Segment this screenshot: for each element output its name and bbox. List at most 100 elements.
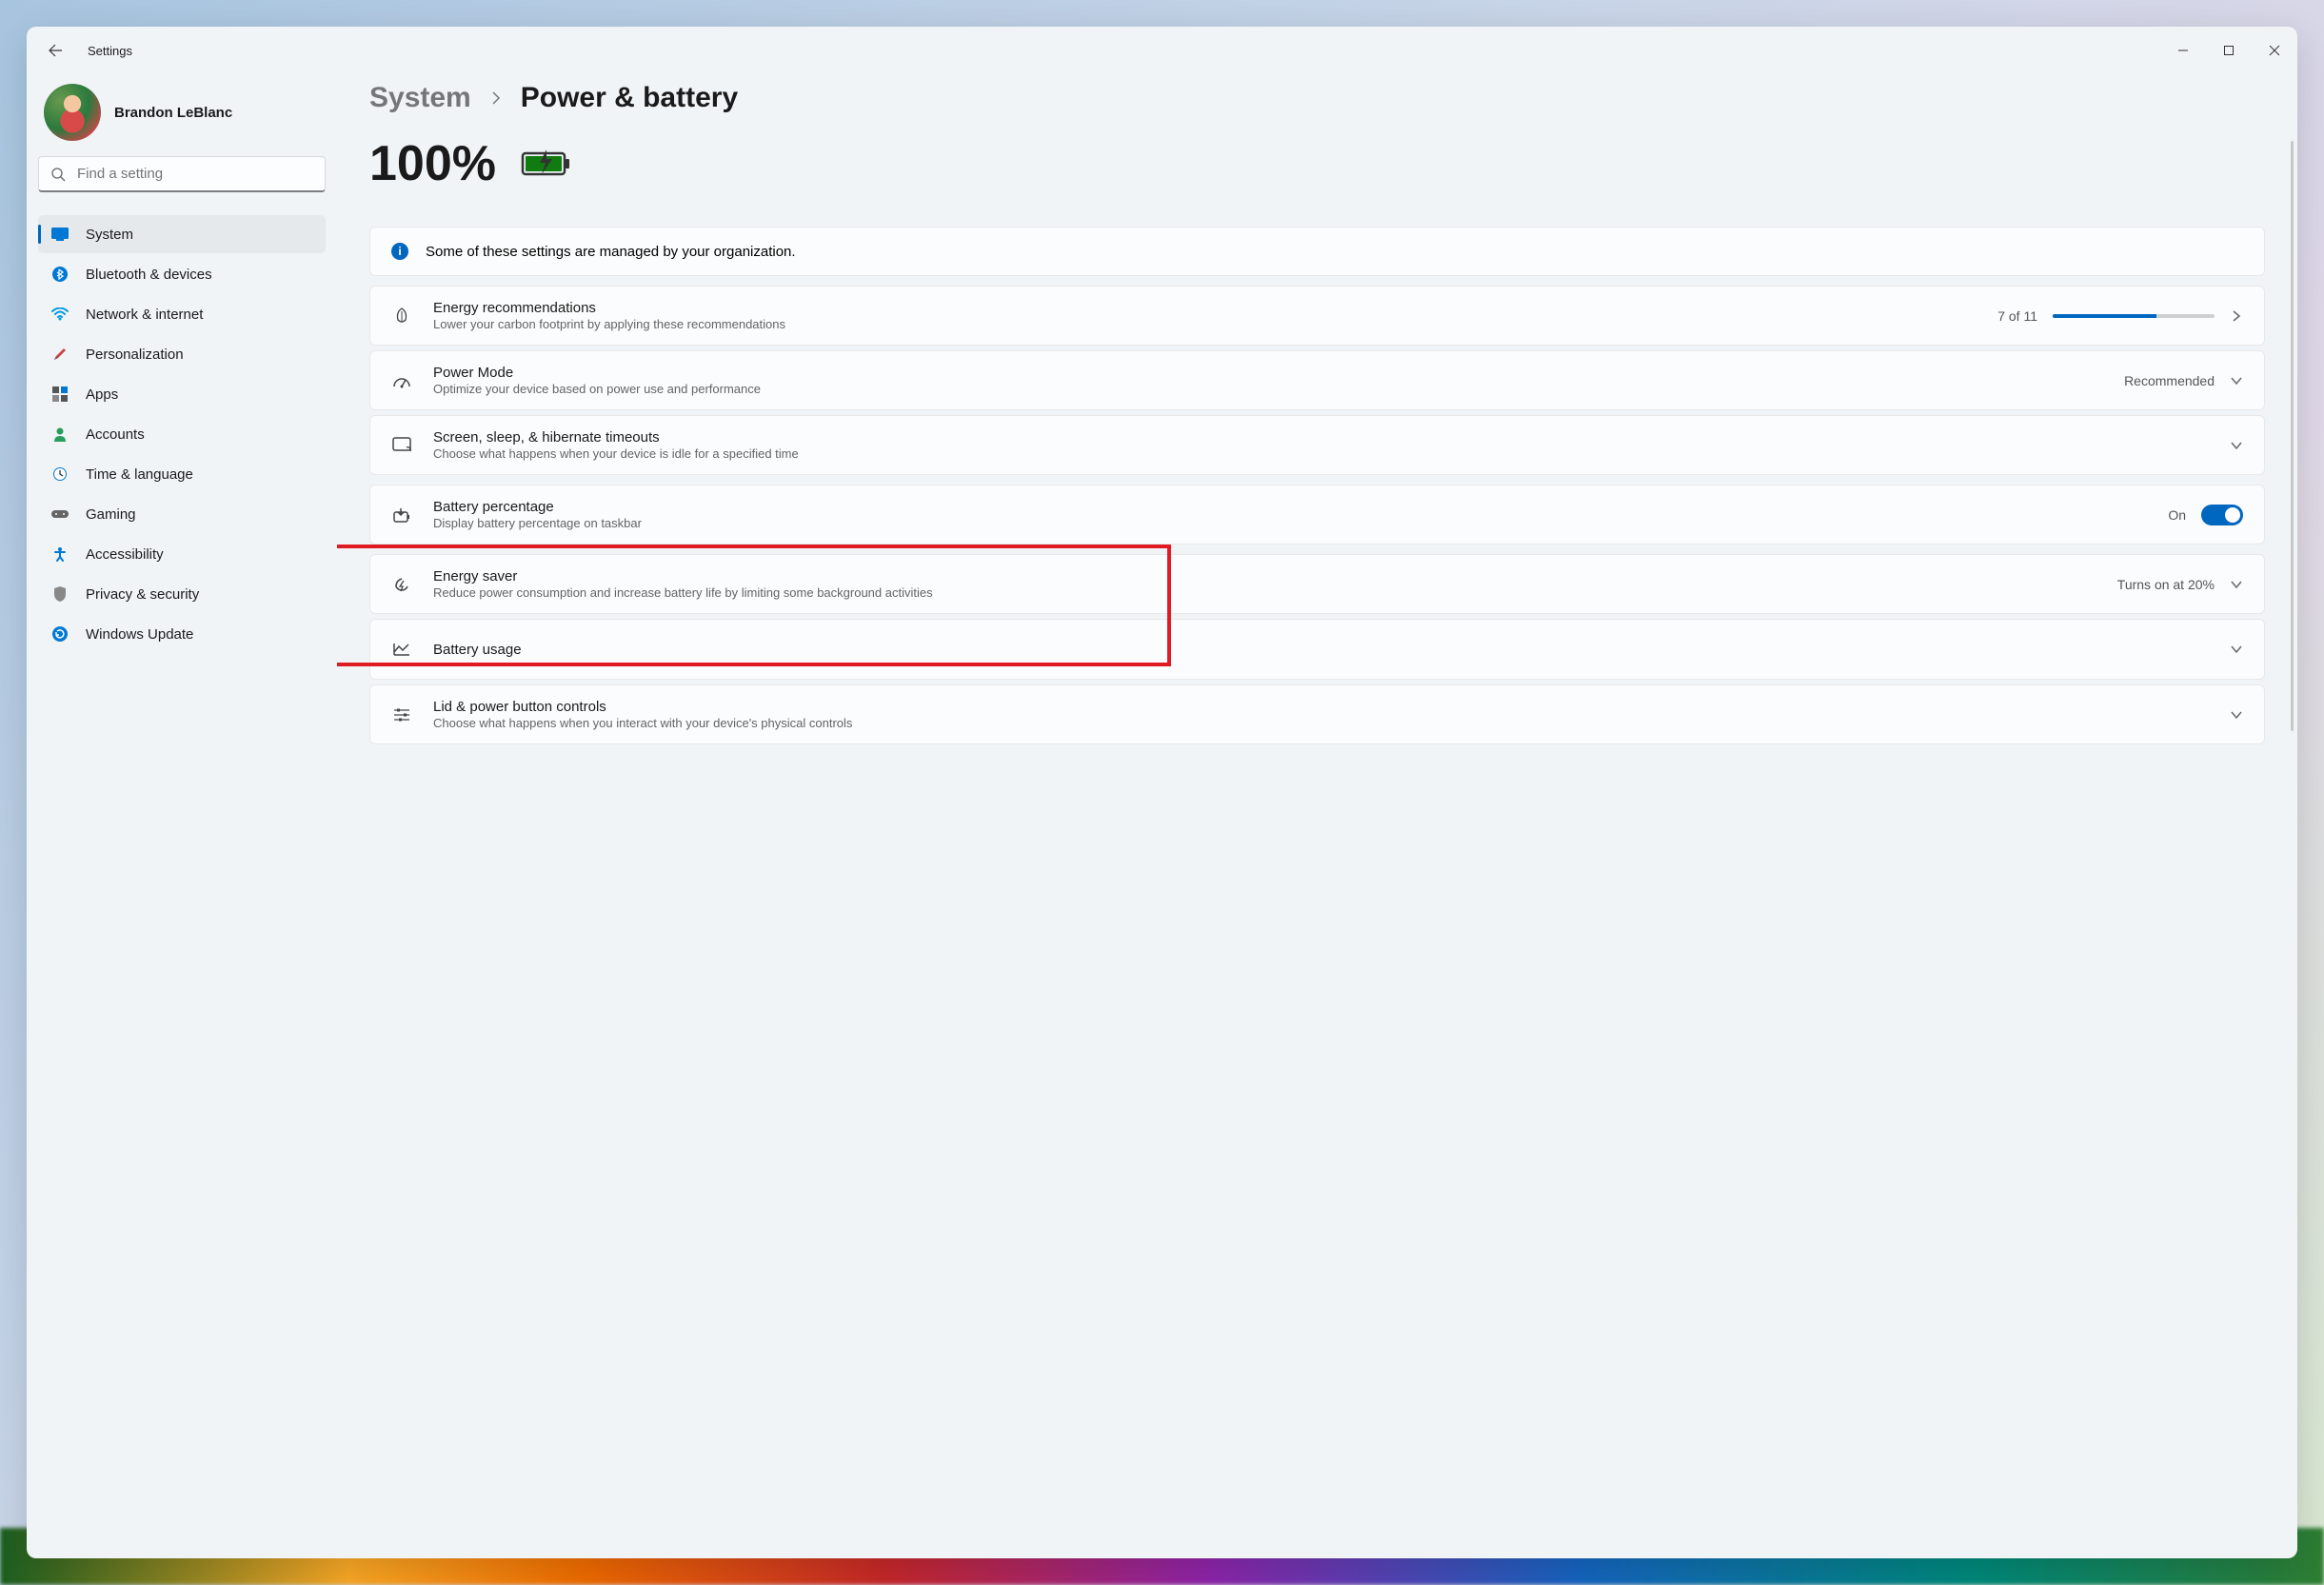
- sidebar-item-gaming[interactable]: Gaming: [38, 495, 326, 533]
- battery-percentage-toggle[interactable]: [2201, 505, 2243, 525]
- card-energy-saver[interactable]: Energy saver Reduce power consumption an…: [369, 554, 2265, 614]
- gauge-icon: [391, 370, 412, 391]
- energy-saver-value: Turns on at 20%: [2117, 577, 2215, 592]
- avatar: [44, 84, 101, 141]
- card-lid-controls[interactable]: Lid & power button controls Choose what …: [369, 684, 2265, 744]
- chevron-right-icon: [2230, 309, 2243, 323]
- chevron-down-icon: [2230, 708, 2243, 722]
- brush-icon: [51, 346, 69, 363]
- chevron-down-icon: [2230, 578, 2243, 591]
- sidebar-item-label: Time & language: [86, 466, 193, 483]
- accessibility-icon: [51, 545, 69, 563]
- energy-saver-icon: [391, 574, 412, 595]
- titlebar: Settings: [27, 27, 2297, 74]
- arrow-left-icon: [48, 43, 63, 58]
- sidebar-item-privacy[interactable]: Privacy & security: [38, 575, 326, 613]
- sidebar-item-apps[interactable]: Apps: [38, 375, 326, 413]
- sliders-icon: [391, 704, 412, 725]
- sidebar-item-label: Apps: [86, 386, 118, 403]
- nav: System Bluetooth & devices Network & int…: [38, 215, 326, 653]
- chevron-down-icon: [2230, 643, 2243, 656]
- breadcrumb-current: Power & battery: [521, 82, 738, 114]
- card-screen-sleep[interactable]: Screen, sleep, & hibernate timeouts Choo…: [369, 415, 2265, 475]
- card-title: Energy saver: [433, 568, 2096, 584]
- card-battery-percentage[interactable]: Battery percentage Display battery perce…: [369, 485, 2265, 545]
- card-title: Battery percentage: [433, 499, 2147, 515]
- card-title: Power Mode: [433, 365, 2103, 381]
- sidebar-item-personalization[interactable]: Personalization: [38, 335, 326, 373]
- apps-icon: [51, 386, 69, 403]
- breadcrumb-parent[interactable]: System: [369, 82, 471, 114]
- settings-window: Settings Brandon LeBlanc: [27, 27, 2297, 1558]
- battery-status: 100%: [369, 135, 2265, 192]
- search-input[interactable]: [77, 166, 313, 182]
- search-icon: [50, 167, 66, 182]
- card-title: Screen, sleep, & hibernate timeouts: [433, 429, 2209, 446]
- sidebar-item-bluetooth[interactable]: Bluetooth & devices: [38, 255, 326, 293]
- progress-bar: [2053, 314, 2215, 318]
- card-title: Lid & power button controls: [433, 699, 2209, 715]
- card-subtitle: Display battery percentage on taskbar: [433, 516, 2147, 530]
- sidebar-item-network[interactable]: Network & internet: [38, 295, 326, 333]
- sidebar-item-label: Network & internet: [86, 307, 203, 323]
- leaf-icon: [391, 306, 412, 327]
- battery-charging-icon: [521, 149, 572, 178]
- person-icon: [51, 426, 69, 443]
- sidebar-item-accessibility[interactable]: Accessibility: [38, 535, 326, 573]
- card-energy-recommendations[interactable]: Energy recommendations Lower your carbon…: [369, 286, 2265, 346]
- sidebar-item-accounts[interactable]: Accounts: [38, 415, 326, 453]
- battery-percent: 100%: [369, 135, 496, 192]
- sidebar-item-label: Accessibility: [86, 546, 164, 563]
- card-title: Energy recommendations: [433, 300, 1976, 316]
- wifi-icon: [51, 306, 69, 323]
- bluetooth-icon: [51, 266, 69, 283]
- org-banner: i Some of these settings are managed by …: [369, 227, 2265, 276]
- power-mode-value: Recommended: [2124, 373, 2215, 388]
- sidebar-item-label: Gaming: [86, 506, 136, 523]
- card-subtitle: Choose what happens when your device is …: [433, 446, 2209, 461]
- scrollbar[interactable]: [2291, 141, 2294, 731]
- shield-icon: [51, 585, 69, 603]
- close-icon: [2269, 45, 2280, 56]
- sidebar-item-label: Bluetooth & devices: [86, 267, 212, 283]
- chart-icon: [391, 639, 412, 660]
- sidebar: Brandon LeBlanc System Bluetooth & devic…: [27, 74, 337, 1558]
- profile-name: Brandon LeBlanc: [114, 105, 232, 121]
- sidebar-item-update[interactable]: Windows Update: [38, 615, 326, 653]
- battery-in-icon: [391, 505, 412, 525]
- info-icon: i: [391, 243, 408, 260]
- chevron-right-icon: [488, 90, 504, 106]
- toggle-state: On: [2168, 507, 2186, 523]
- minimize-button[interactable]: [2160, 31, 2206, 69]
- app-title: Settings: [88, 44, 132, 58]
- card-power-mode[interactable]: Power Mode Optimize your device based on…: [369, 350, 2265, 410]
- sidebar-item-label: Privacy & security: [86, 586, 199, 603]
- card-subtitle: Optimize your device based on power use …: [433, 382, 2103, 396]
- maximize-button[interactable]: [2206, 31, 2252, 69]
- sidebar-item-label: System: [86, 227, 133, 243]
- card-title: Battery usage: [433, 642, 2209, 658]
- main-content: System Power & battery 100% i Some of th…: [337, 74, 2297, 1558]
- card-subtitle: Lower your carbon footprint by applying …: [433, 317, 1976, 331]
- clock-icon: [51, 466, 69, 483]
- update-icon: [51, 625, 69, 643]
- system-icon: [51, 226, 69, 243]
- back-button[interactable]: [34, 30, 76, 71]
- card-subtitle: Choose what happens when you interact wi…: [433, 716, 2209, 730]
- monitor-icon: [391, 435, 412, 456]
- card-battery-usage[interactable]: Battery usage: [369, 619, 2265, 680]
- banner-text: Some of these settings are managed by yo…: [426, 244, 796, 260]
- sidebar-item-label: Accounts: [86, 426, 145, 443]
- sidebar-item-system[interactable]: System: [38, 215, 326, 253]
- minimize-icon: [2177, 45, 2189, 56]
- chevron-down-icon: [2230, 374, 2243, 387]
- close-button[interactable]: [2252, 31, 2297, 69]
- profile[interactable]: Brandon LeBlanc: [38, 74, 326, 156]
- chevron-down-icon: [2230, 439, 2243, 452]
- gamepad-icon: [51, 505, 69, 523]
- sidebar-item-label: Windows Update: [86, 626, 193, 643]
- window-controls: [2160, 31, 2297, 69]
- sidebar-item-time[interactable]: Time & language: [38, 455, 326, 493]
- search-box[interactable]: [38, 156, 326, 192]
- maximize-icon: [2223, 45, 2235, 56]
